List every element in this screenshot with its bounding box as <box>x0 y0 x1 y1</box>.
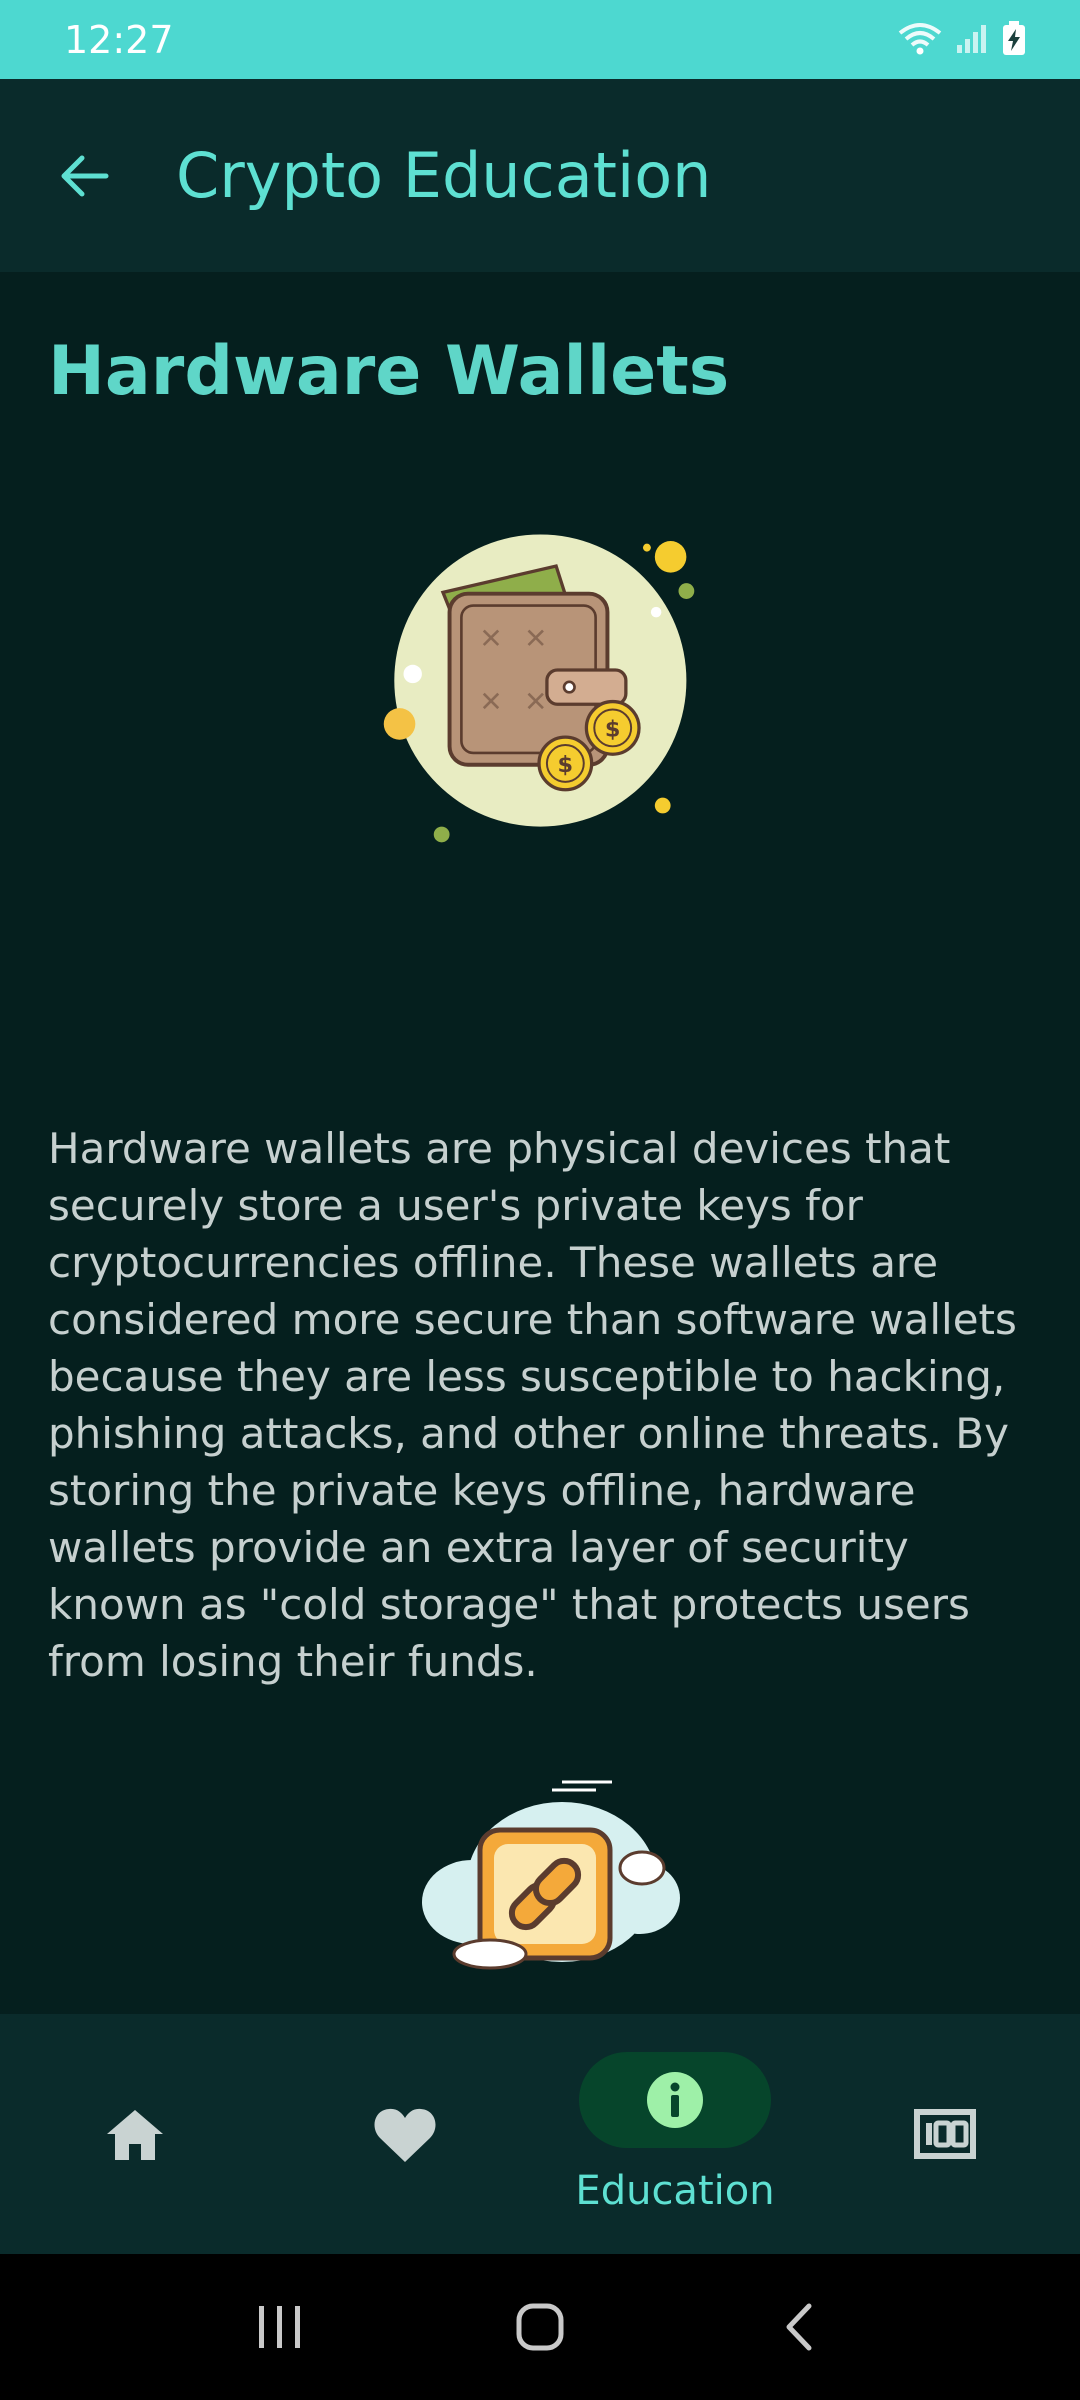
system-navigation-bar <box>0 2254 1080 2400</box>
nav-label-education: Education <box>575 2168 775 2214</box>
bottom-navigation: Education <box>0 2014 1080 2254</box>
chevron-left-icon <box>786 2303 812 2351</box>
back-button[interactable] <box>34 126 134 226</box>
system-back-button[interactable] <box>755 2282 845 2372</box>
article-title: Hardware Wallets <box>48 332 730 411</box>
wifi-icon <box>898 21 942 59</box>
home-icon <box>107 2110 163 2160</box>
status-bar: 12:27 <box>0 0 1080 79</box>
svg-text:$: $ <box>558 752 574 778</box>
signal-icon <box>956 23 988 57</box>
nav-item-home[interactable] <box>0 2014 270 2254</box>
cloud-chain-link-illustration <box>422 1780 680 1970</box>
status-icons <box>898 20 1026 59</box>
nav-item-counter[interactable] <box>810 2014 1080 2254</box>
nav-item-favorites[interactable] <box>270 2014 540 2254</box>
article-body: Hardware wallets are physical devices th… <box>48 1124 1017 1686</box>
home-circle-icon <box>516 2303 564 2351</box>
info-icon <box>647 2072 703 2128</box>
wallet-with-coins-illustration: $ $ <box>383 534 695 843</box>
recent-apps-icon <box>259 2306 300 2348</box>
page-title: Crypto Education <box>176 139 712 212</box>
status-time: 12:27 <box>64 17 174 62</box>
app-bar: Crypto Education <box>0 79 1080 272</box>
counter-100-icon <box>914 2109 976 2159</box>
nav-item-education[interactable]: Education <box>540 2014 810 2254</box>
heart-icon <box>374 2108 436 2162</box>
active-indicator <box>579 2052 771 2148</box>
recent-apps-button[interactable] <box>235 2282 325 2372</box>
arrow-left-icon <box>61 155 109 196</box>
svg-text:$: $ <box>605 716 621 742</box>
home-button[interactable] <box>495 2282 585 2372</box>
battery-charging-icon <box>1002 20 1026 59</box>
article-content[interactable]: Hardware Wallets $ $ Hardware wallets ar… <box>0 272 1080 2014</box>
